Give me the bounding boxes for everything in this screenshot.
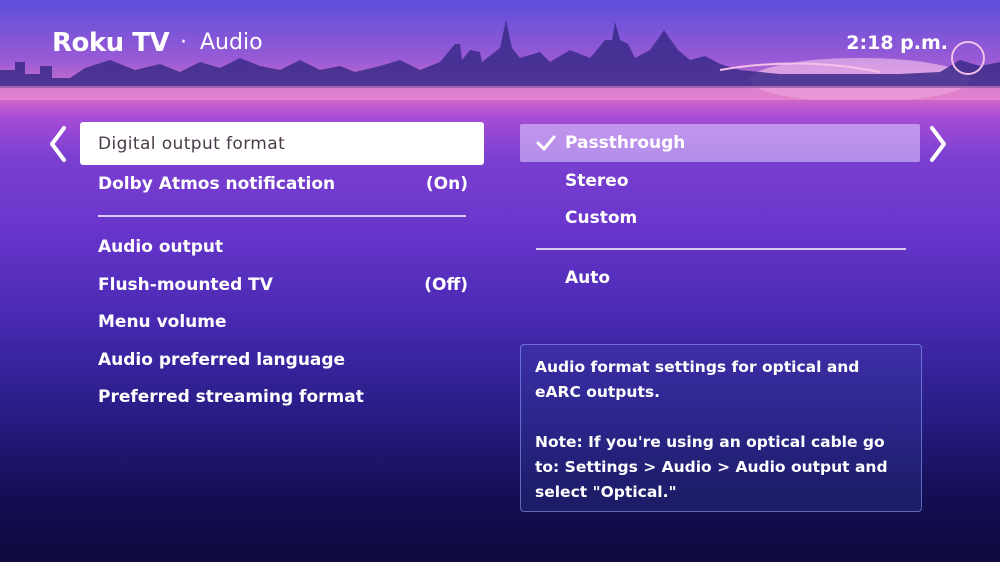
menu-item-preferred-streaming-format[interactable]: Preferred streaming format xyxy=(80,379,484,417)
menu-item-flush-mounted-tv[interactable]: Flush-mounted TV (Off) xyxy=(80,266,484,304)
description-note: Note: If you're using an optical cable g… xyxy=(535,433,888,501)
menu-item-menu-volume[interactable]: Menu volume xyxy=(80,304,484,342)
option-custom[interactable]: Custom xyxy=(520,200,920,238)
help-description-box: Audio format settings for optical and eA… xyxy=(520,344,922,512)
option-passthrough[interactable]: Passthrough xyxy=(520,124,920,162)
menu-item-label: Audio output xyxy=(98,237,224,258)
option-label: Stereo xyxy=(565,170,629,191)
chevron-left-icon[interactable] xyxy=(46,124,70,164)
menu-item-value: (On) xyxy=(425,173,468,194)
options-menu: Passthrough Stereo Custom Auto xyxy=(520,124,920,297)
menu-item-label: Menu volume xyxy=(98,312,227,333)
menu-item-label: Dolby Atmos notification xyxy=(98,173,336,194)
menu-item-label: Preferred streaming format xyxy=(98,387,364,408)
clock-time: 2:18 p.m. xyxy=(846,32,948,54)
menu-item-digital-output-format[interactable]: Digital output format xyxy=(80,122,484,165)
checkmark-icon xyxy=(536,135,556,151)
page-title: Audio xyxy=(200,30,263,55)
option-label: Passthrough xyxy=(565,133,686,153)
options-divider xyxy=(536,248,906,250)
menu-item-label: Flush-mounted TV xyxy=(98,274,273,295)
option-label: Custom xyxy=(565,208,638,229)
option-stereo[interactable]: Stereo xyxy=(520,162,920,200)
option-auto[interactable]: Auto xyxy=(520,259,920,297)
menu-item-audio-output[interactable]: Audio output xyxy=(80,229,484,267)
settings-menu: Digital output format Dolby Atmos notifi… xyxy=(80,122,484,416)
menu-item-label: Digital output format xyxy=(98,133,286,154)
menu-item-dolby-atmos-notification[interactable]: Dolby Atmos notification (On) xyxy=(80,165,484,203)
menu-divider xyxy=(98,214,466,217)
menu-item-audio-preferred-language[interactable]: Audio preferred language xyxy=(80,341,484,379)
header-separator: · xyxy=(180,30,187,55)
menu-item-value: (Off) xyxy=(424,274,468,295)
description-text: Audio format settings for optical and eA… xyxy=(535,358,860,401)
option-label: Auto xyxy=(565,267,611,288)
roku-tv-logo: Roku TV xyxy=(52,28,170,58)
menu-item-label: Audio preferred language xyxy=(98,349,346,370)
chevron-right-icon[interactable] xyxy=(926,124,950,164)
